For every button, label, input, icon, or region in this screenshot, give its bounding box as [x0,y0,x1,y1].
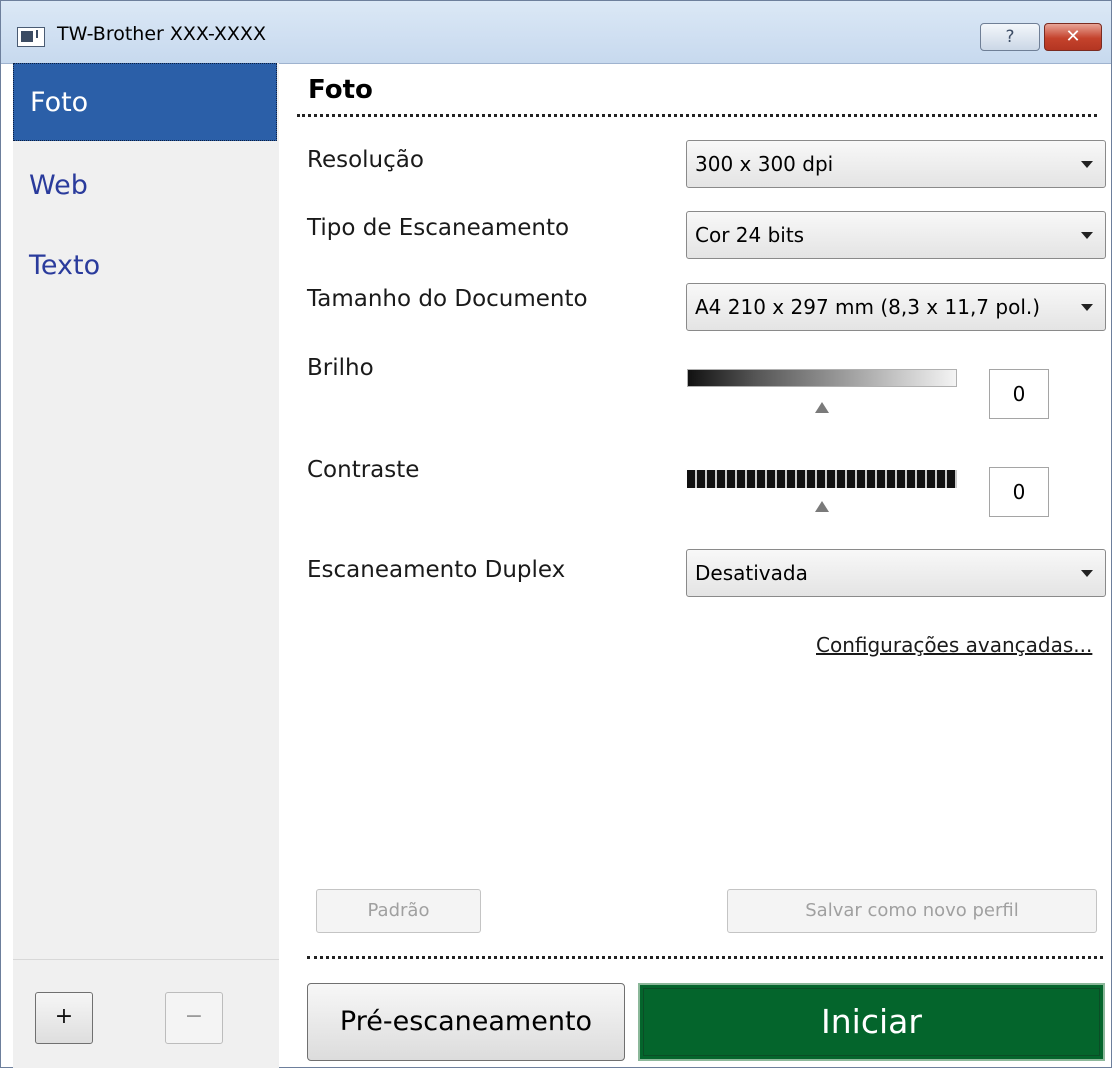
prescan-button[interactable]: Pré-escaneamento [307,983,625,1061]
contrast-value-field[interactable]: 0 [989,467,1049,517]
brightness-label: Brilho [307,355,374,381]
chevron-down-icon [1081,570,1093,577]
resolution-select[interactable]: 300 x 300 dpi [686,140,1106,188]
profile-sidebar: Foto Web Texto [13,63,279,959]
contrast-label: Contraste [307,457,420,483]
start-button[interactable]: Iniciar [638,983,1105,1061]
resolution-label: Resolução [307,147,424,173]
sidebar-item-foto[interactable]: Foto [13,63,277,141]
contrast-slider-thumb[interactable] [815,501,829,512]
scan-type-label: Tipo de Escaneamento [307,215,570,241]
close-button[interactable]: ✕ [1044,23,1102,51]
default-button[interactable]: Padrão [316,889,481,933]
sidebar-item-texto[interactable]: Texto [13,227,277,305]
help-button[interactable]: ? [980,23,1040,51]
scanner-dialog: TW-Brother XXX-XXXX ? ✕ Foto Web Texto +… [0,0,1112,1068]
scan-type-select[interactable]: Cor 24 bits [686,211,1106,259]
save-profile-button[interactable]: Salvar como novo perfil [727,889,1097,933]
title-divider [297,114,1097,117]
remove-profile-button[interactable]: − [165,992,223,1044]
chevron-down-icon [1081,161,1093,168]
window-title: TW-Brother XXX-XXXX [57,23,266,45]
document-size-value: A4 210 x 297 mm (8,3 x 11,7 pol.) [695,295,1041,319]
advanced-settings-link[interactable]: Configurações avançadas... [816,633,1092,657]
add-profile-button[interactable]: + [35,992,93,1044]
document-size-label: Tamanho do Documento [307,286,588,312]
contrast-slider-track[interactable] [687,470,957,488]
brightness-value-field[interactable]: 0 [989,369,1049,419]
brightness-slider-thumb[interactable] [815,402,829,413]
duplex-label: Escaneamento Duplex [307,557,566,583]
resolution-value: 300 x 300 dpi [695,152,834,176]
title-bar: TW-Brother XXX-XXXX ? ✕ [1,1,1111,64]
duplex-select[interactable]: Desativada [686,549,1106,597]
chevron-down-icon [1081,304,1093,311]
scan-type-value: Cor 24 bits [695,223,805,247]
app-window-icon [17,27,45,47]
duplex-value: Desativada [695,561,808,585]
bottom-divider [307,956,1103,959]
section-title: Foto [308,75,373,105]
document-size-select[interactable]: A4 210 x 297 mm (8,3 x 11,7 pol.) [686,283,1106,331]
sidebar-footer: + − [13,959,279,1068]
brightness-slider-track[interactable] [687,369,957,387]
sidebar-item-web[interactable]: Web [13,147,277,225]
chevron-down-icon [1081,232,1093,239]
